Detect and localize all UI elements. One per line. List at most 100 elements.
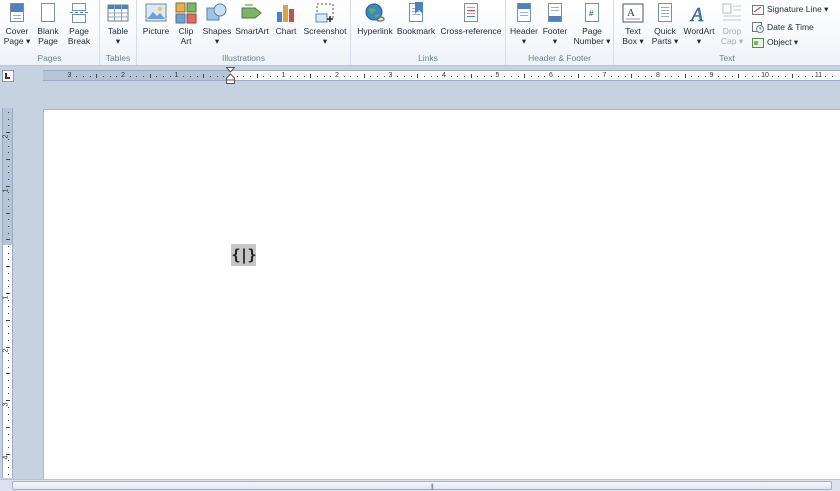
ruler-tick [8, 299, 9, 301]
screenshot-dropdown-arrow: ▾ [322, 36, 328, 46]
group-label-pages: Pages [37, 53, 62, 63]
ruler-tick [296, 76, 298, 77]
ruler-tick [8, 272, 9, 274]
ruler-number: 2 [121, 72, 125, 79]
ruler-tick [430, 76, 432, 77]
footer-button[interactable]: Footer ▾ [540, 2, 570, 52]
ruler-tick [8, 199, 9, 201]
ruler-tick [584, 76, 586, 77]
ruler-tick [403, 76, 405, 77]
drop-cap-button[interactable]: Drop Cap ▾ [718, 2, 746, 52]
ruler-tick [8, 172, 9, 174]
ruler-tick [731, 76, 733, 77]
ruler-tick [377, 76, 379, 77]
ruler-tick [437, 76, 439, 77]
ruler-tick [8, 225, 9, 227]
table-icon [107, 2, 129, 24]
page-number-button[interactable]: # Page Number ▾ [572, 2, 612, 52]
ruler-tick [8, 286, 9, 288]
table-dropdown-arrow: ▾ [115, 36, 121, 46]
wordart-button[interactable]: A WordArt ▾ [680, 2, 718, 52]
ruler-tick [196, 76, 198, 77]
ruler-tick [8, 192, 9, 194]
ruler-tick [6, 185, 10, 187]
indent-marker[interactable] [225, 67, 236, 84]
ruler-tick [8, 460, 9, 462]
quick-parts-button[interactable]: Quick Parts ▾ [650, 2, 680, 52]
ruler-tick [517, 76, 519, 77]
document-page[interactable]: {|} [43, 109, 840, 479]
ruler-tick [6, 132, 10, 134]
ruler-tick [183, 76, 185, 77]
ruler-tick [597, 76, 599, 77]
ruler-tick [798, 76, 800, 77]
ruler-tick [8, 386, 9, 388]
ruler-row: 3 2 1 1 2 3 4 5 6 7 8 9 10 11 [0, 67, 840, 84]
clip-art-button[interactable]: Clip Art [174, 2, 198, 52]
hyperlink-button[interactable]: Hyperlink [355, 2, 395, 52]
ruler-tick [8, 252, 9, 254]
ruler-tick [263, 76, 265, 77]
ruler-tick [651, 76, 653, 77]
ruler-tick [825, 76, 827, 77]
chart-button[interactable]: Chart [272, 2, 300, 52]
screenshot-button[interactable]: Screenshot ▾ [302, 2, 348, 52]
ruler-tick [637, 76, 639, 77]
footer-icon [544, 2, 566, 24]
field-code-braces[interactable]: {|} [231, 244, 257, 266]
page-break-button[interactable]: Page Break [64, 2, 94, 52]
ruler-tick [8, 152, 9, 154]
svg-text:A: A [627, 7, 635, 19]
horizontal-scrollbar[interactable]: ||| [0, 479, 840, 491]
ruler-number: 1 [281, 72, 286, 79]
ruler-tick [811, 76, 813, 77]
ruler-tick [89, 76, 91, 77]
date-time-button[interactable]: Date & Time [752, 19, 814, 34]
scrollbar-thumb[interactable]: ||| [12, 481, 832, 490]
tab-selector-button[interactable] [2, 70, 14, 82]
ruler-tick [544, 76, 546, 77]
ruler-tick [96, 74, 98, 78]
group-label-text: Text [719, 53, 735, 63]
ruler-tick [8, 279, 9, 281]
horizontal-ruler[interactable]: 3 2 1 1 2 3 4 5 6 7 8 9 10 11 [43, 70, 840, 81]
header-button[interactable]: Header ▾ [508, 2, 540, 52]
bookmark-button[interactable]: Bookmark [395, 2, 437, 52]
object-button[interactable]: Object ▾ [752, 35, 798, 50]
table-button[interactable]: Table ▾ [104, 2, 132, 52]
text-box-label-1: Text [625, 26, 641, 36]
ruler-tick [8, 205, 9, 207]
smartart-button[interactable]: SmartArt [234, 2, 270, 52]
ruler-tick [8, 393, 9, 395]
picture-button[interactable]: Picture [140, 2, 172, 52]
group-text: A Text Box ▾ Quick Parts ▾ A WordArt ▾ D… [614, 0, 840, 65]
group-label-illustrations: Illustrations [222, 53, 265, 63]
ruler-tick [76, 76, 78, 77]
signature-pen-icon [752, 4, 764, 16]
ruler-tick [397, 76, 399, 77]
signature-line-button[interactable]: Signature Line ▾ [752, 2, 828, 17]
ruler-tick [6, 373, 10, 375]
ruler-number: 6 [549, 72, 553, 79]
drop-cap-icon [721, 2, 743, 24]
smartart-label: SmartArt [235, 26, 269, 36]
cross-reference-button[interactable]: Cross-reference [439, 2, 503, 52]
ruler-tick [577, 74, 579, 78]
shapes-button[interactable]: Shapes ▾ [202, 2, 232, 52]
ruler-tick [557, 76, 559, 77]
ruler-tick [664, 76, 666, 77]
ruler-tick [143, 76, 145, 77]
ruler-tick [8, 145, 9, 147]
ruler-number: 3 [388, 72, 393, 79]
ruler-tick [490, 76, 492, 77]
ruler-tick [8, 118, 9, 120]
ruler-tick [8, 447, 9, 448]
cover-page-button[interactable]: Cover Page ▾ [2, 2, 32, 52]
ruler-tick [831, 76, 833, 77]
text-box-button[interactable]: A Text Box ▾ [618, 2, 648, 52]
blank-page-button[interactable]: Blank Page [34, 2, 62, 52]
ruler-tick [303, 76, 305, 77]
ruler-tick [8, 219, 9, 221]
ruler-tick [6, 346, 10, 348]
vertical-ruler[interactable]: 211234 [2, 108, 13, 478]
